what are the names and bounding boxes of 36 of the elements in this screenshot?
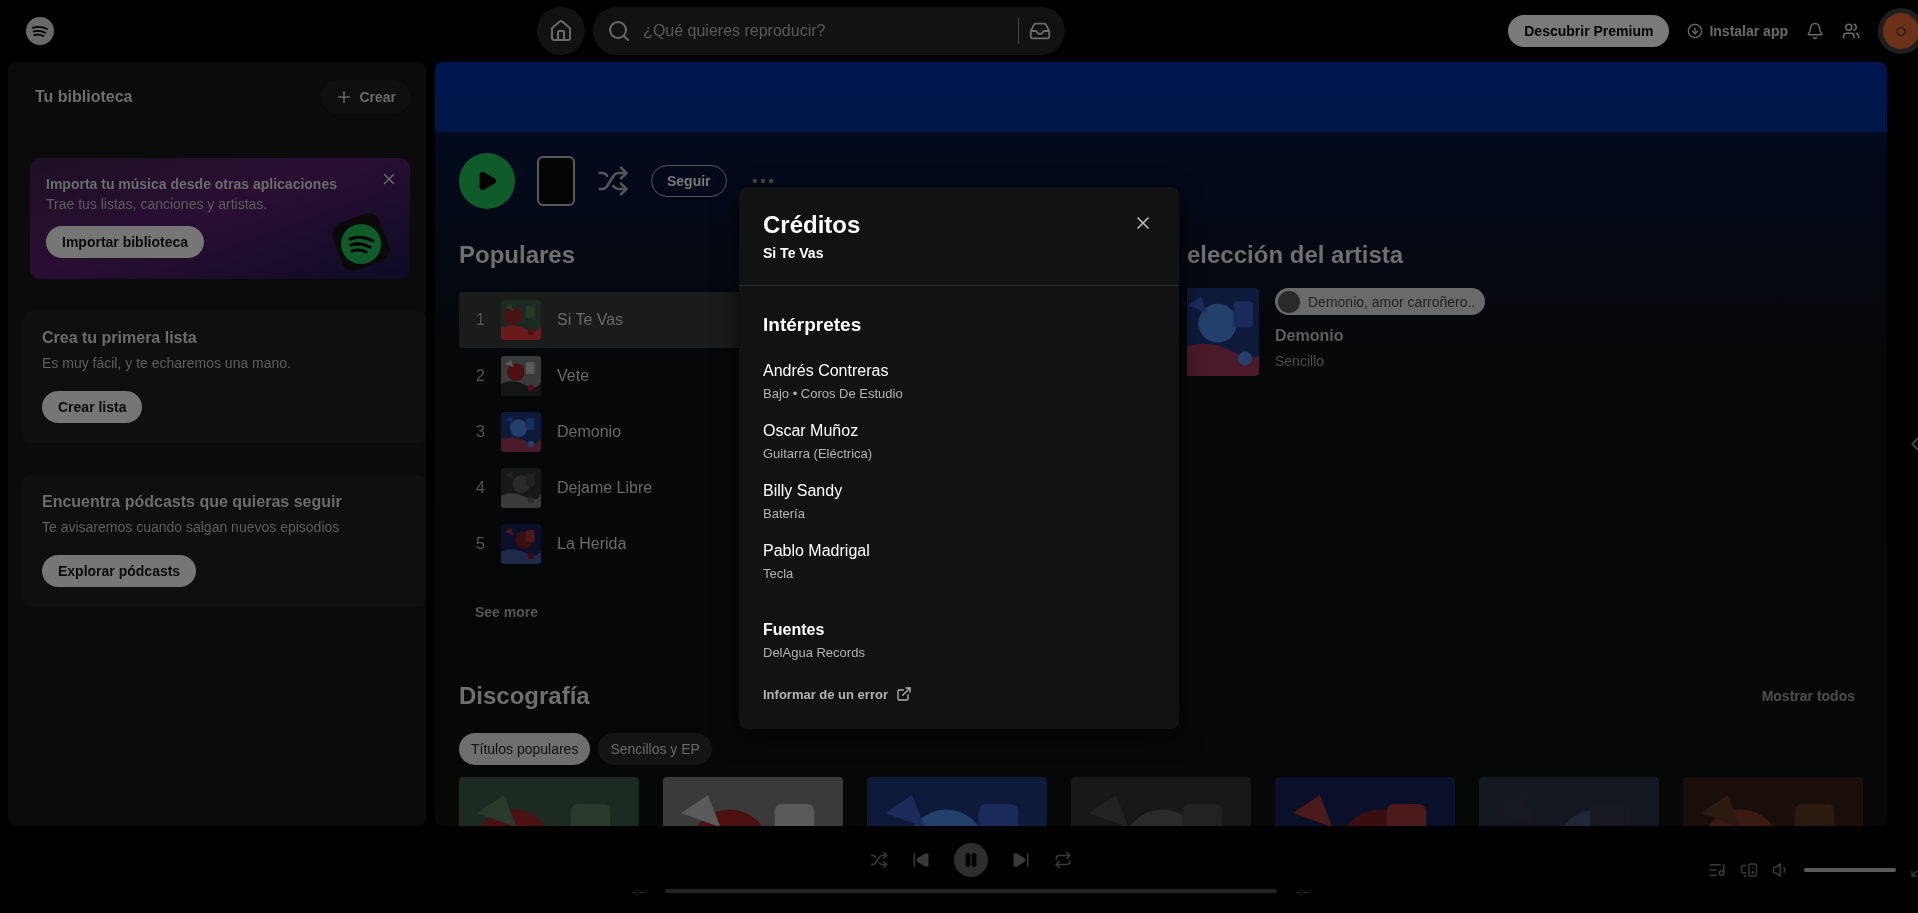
source-name: DelAgua Records bbox=[763, 645, 866, 660]
track-number: 2 bbox=[475, 367, 485, 385]
pick-type: Sencillo bbox=[1275, 353, 1326, 369]
elapsed-time: -:-- bbox=[630, 884, 647, 897]
performer-name: Billy Sandy bbox=[763, 482, 844, 500]
performer-roles: Guitarra (Eléctrica) bbox=[763, 446, 874, 461]
track-number: 5 bbox=[475, 535, 485, 553]
card-text: Trae tus listas, canciones y artistas. bbox=[46, 196, 269, 212]
track-number: 4 bbox=[475, 479, 485, 497]
track-title: Dejame Libre bbox=[557, 479, 653, 497]
performer-roles: Bajo • Coros De Estudio bbox=[763, 386, 904, 401]
track-title: Si Te Vas bbox=[557, 311, 624, 329]
dialog-subtitle: Si Te Vas bbox=[763, 245, 825, 261]
performer-roles: Tecla bbox=[763, 566, 795, 581]
performer-roles: Batería bbox=[763, 506, 806, 521]
card-text: Es muy fácil, y te echaremos una mano. bbox=[42, 355, 292, 371]
card-title: Importa tu música desde otras aplicaciones bbox=[46, 176, 337, 192]
performer-name: Andrés Contreras bbox=[763, 362, 890, 380]
track-number: 3 bbox=[475, 423, 485, 441]
remaining-time: -:-- bbox=[1294, 884, 1311, 897]
card-text: Te avisaremos cuando salgan nuevos episodios bbox=[42, 519, 341, 535]
library-title: Tu biblioteca bbox=[35, 88, 133, 106]
track-title: Demonio bbox=[557, 423, 622, 441]
section-title: Discografía bbox=[459, 681, 590, 711]
track-title: La Herida bbox=[557, 535, 627, 553]
card-title: Crea tu primera lista bbox=[42, 329, 198, 347]
track-number: 1 bbox=[475, 311, 485, 329]
section-title: Intérpretes bbox=[763, 314, 863, 336]
section-title: Fuentes bbox=[763, 621, 826, 639]
performer-name: Oscar Muñoz bbox=[763, 422, 860, 440]
section-title: elección del artista bbox=[1187, 240, 1404, 270]
dialog-title: Créditos bbox=[763, 211, 861, 239]
track-title: Vete bbox=[557, 367, 590, 385]
section-title: Populares bbox=[459, 240, 576, 270]
performer-name: Pablo Madrigal bbox=[763, 542, 871, 560]
card-title: Encuentra pódcasts que quieras seguir bbox=[42, 493, 343, 511]
